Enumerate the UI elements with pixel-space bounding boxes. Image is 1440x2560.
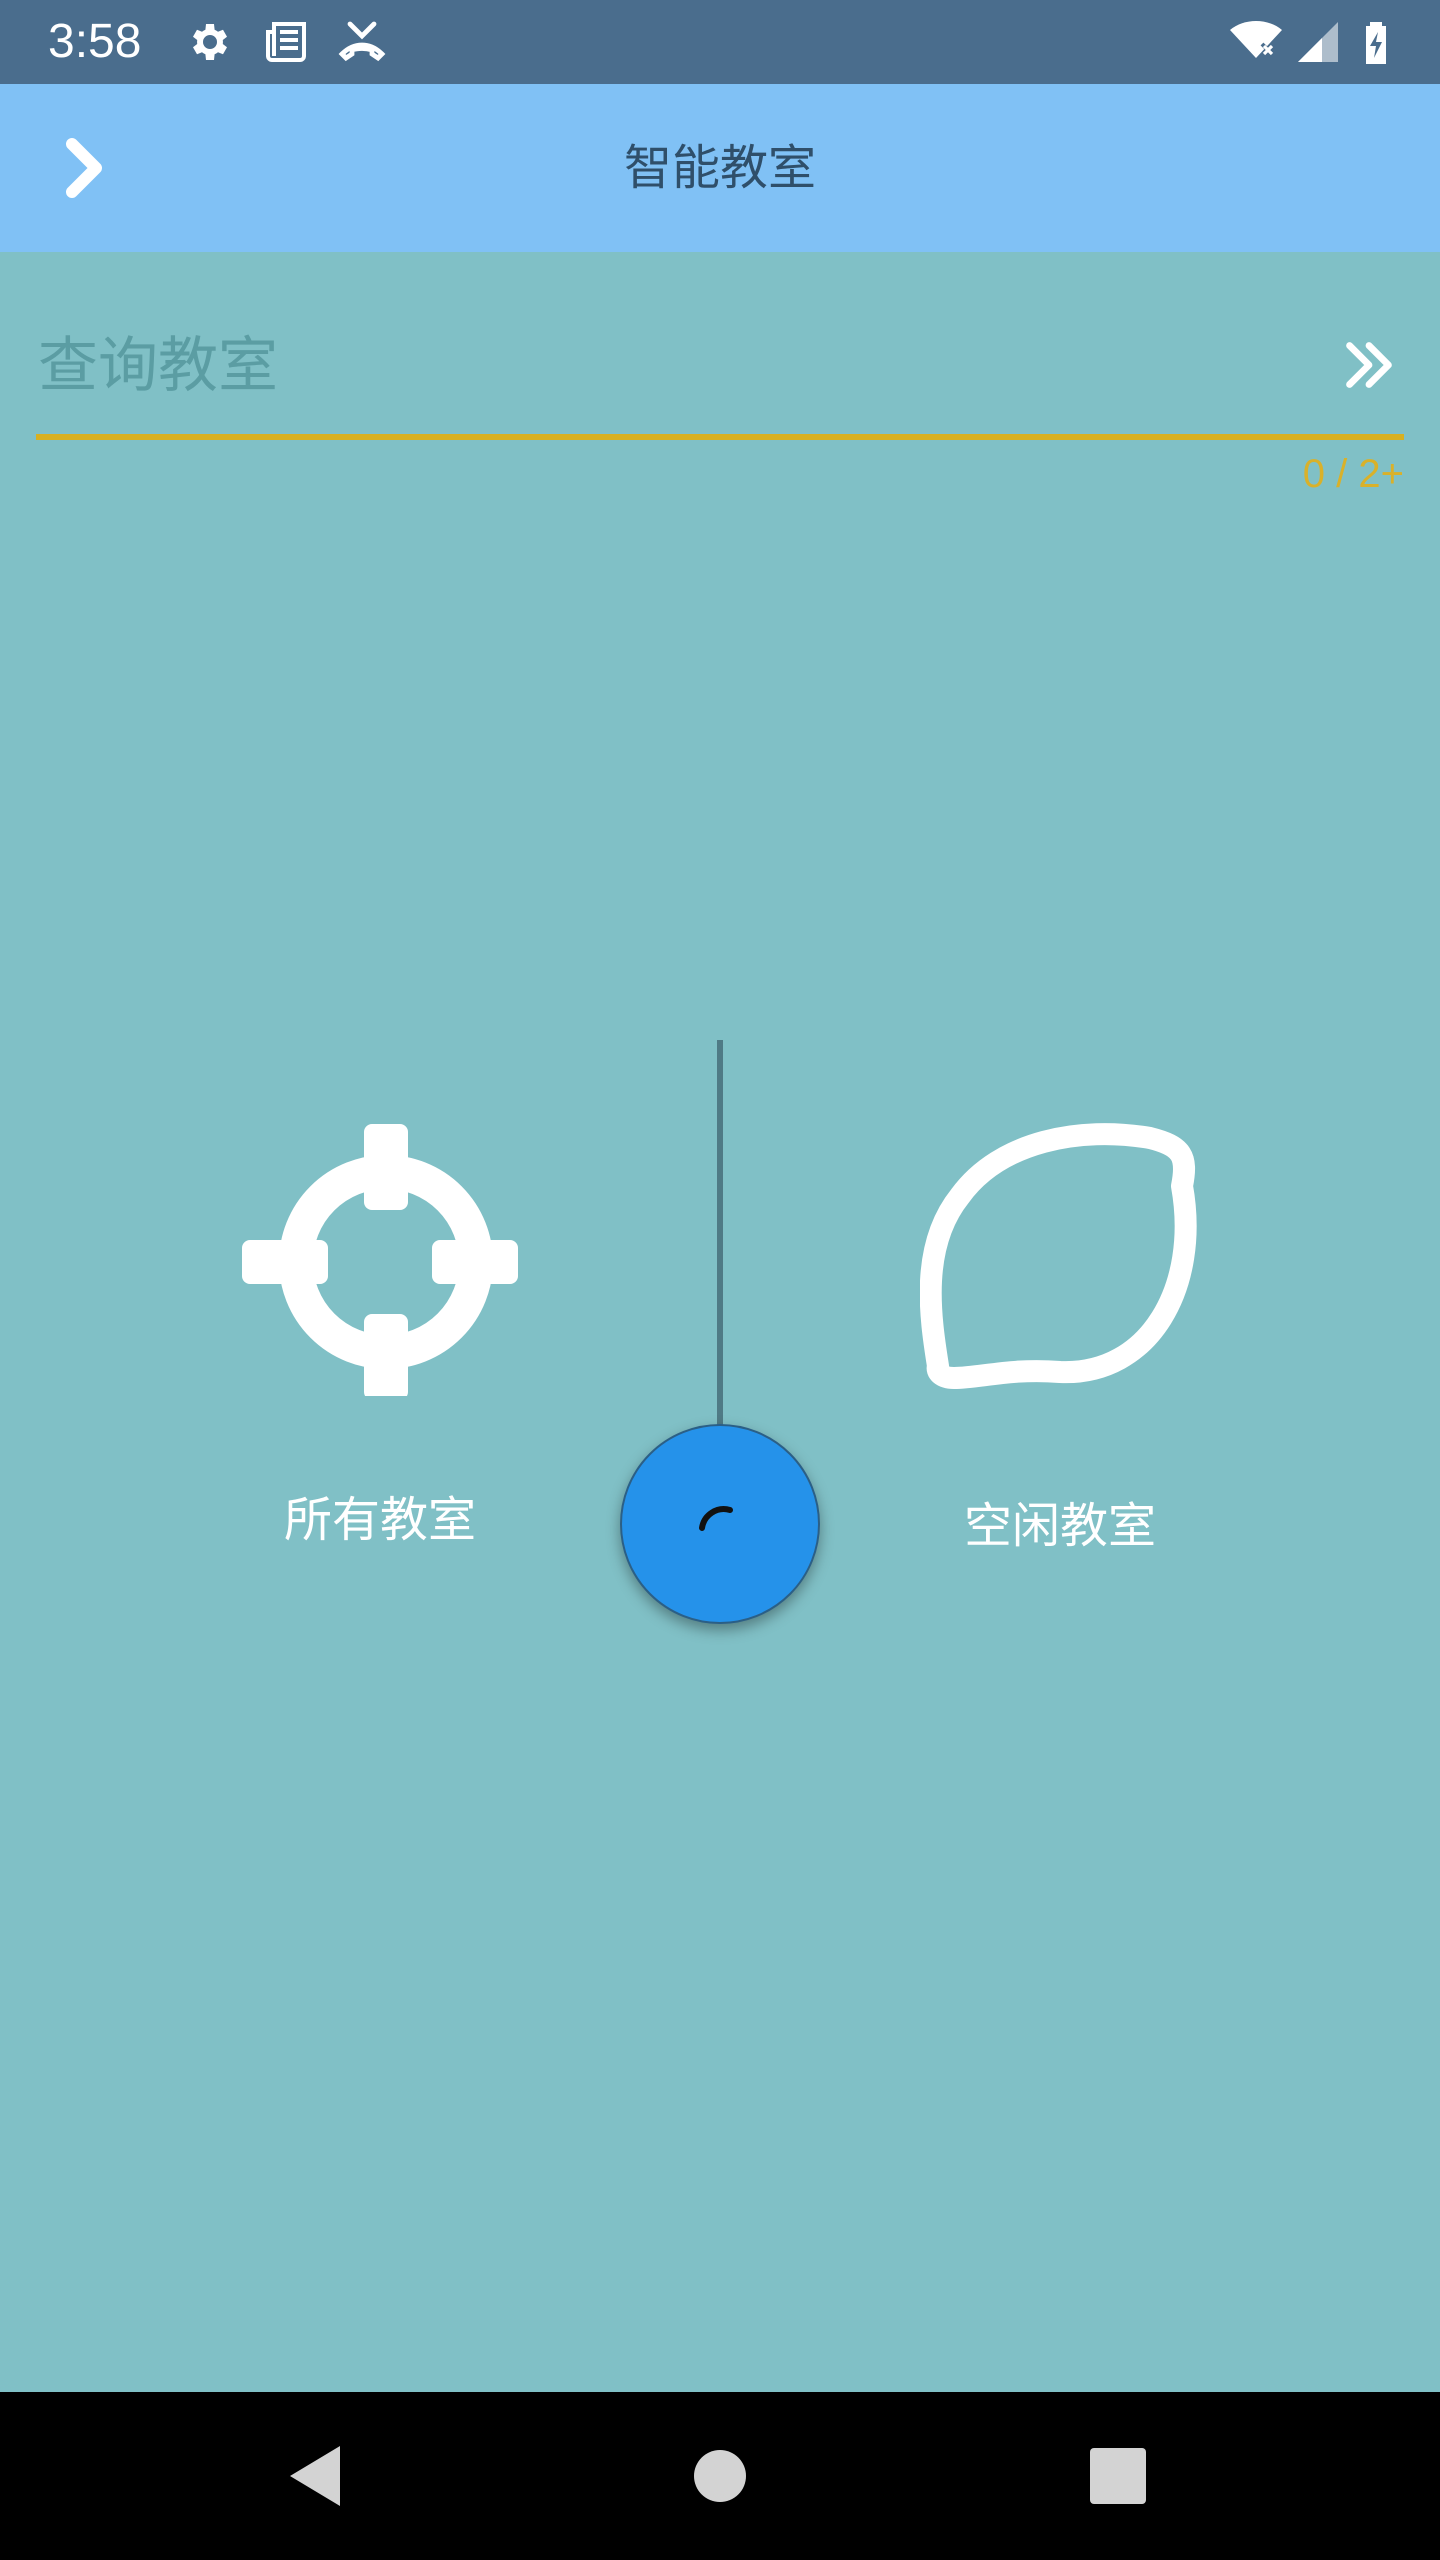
search-row xyxy=(36,300,1404,430)
signal-icon xyxy=(1298,22,1338,62)
gear-icon xyxy=(193,24,227,60)
newspaper-icon xyxy=(266,22,306,62)
crosshair-icon xyxy=(242,1124,518,1396)
loading-arc-icon xyxy=(699,1506,733,1531)
system-nav-bar xyxy=(0,2392,1440,2560)
status-time: 3:58 xyxy=(48,15,142,68)
character-counter: 0 / 2+ xyxy=(1302,452,1404,496)
double-chevron-right-icon[interactable] xyxy=(1334,330,1404,400)
divider xyxy=(717,1040,723,1430)
all-rooms-label: 所有教室 xyxy=(283,1492,476,1548)
home-circle-icon[interactable] xyxy=(680,2436,760,2516)
lemon-icon xyxy=(920,1123,1197,1389)
app-bar: 智能教室 xyxy=(0,84,1440,252)
page-title: 智能教室 xyxy=(623,140,816,196)
search-input[interactable] xyxy=(36,320,1300,412)
missed-call-icon xyxy=(338,21,386,62)
wifi-off-icon xyxy=(1230,21,1282,58)
battery-charging-icon xyxy=(1366,22,1386,64)
free-rooms-label: 空闲教室 xyxy=(963,1498,1156,1554)
status-bar: 3:58 xyxy=(0,0,1440,84)
free-rooms-button[interactable]: 空闲教室 xyxy=(910,1110,1210,1560)
center-action-button[interactable] xyxy=(620,1424,820,1624)
recents-square-icon[interactable] xyxy=(1078,2436,1158,2516)
back-triangle-icon[interactable] xyxy=(278,2436,358,2516)
all-rooms-button[interactable]: 所有教室 xyxy=(230,1110,530,1560)
search-underline xyxy=(36,434,1404,440)
